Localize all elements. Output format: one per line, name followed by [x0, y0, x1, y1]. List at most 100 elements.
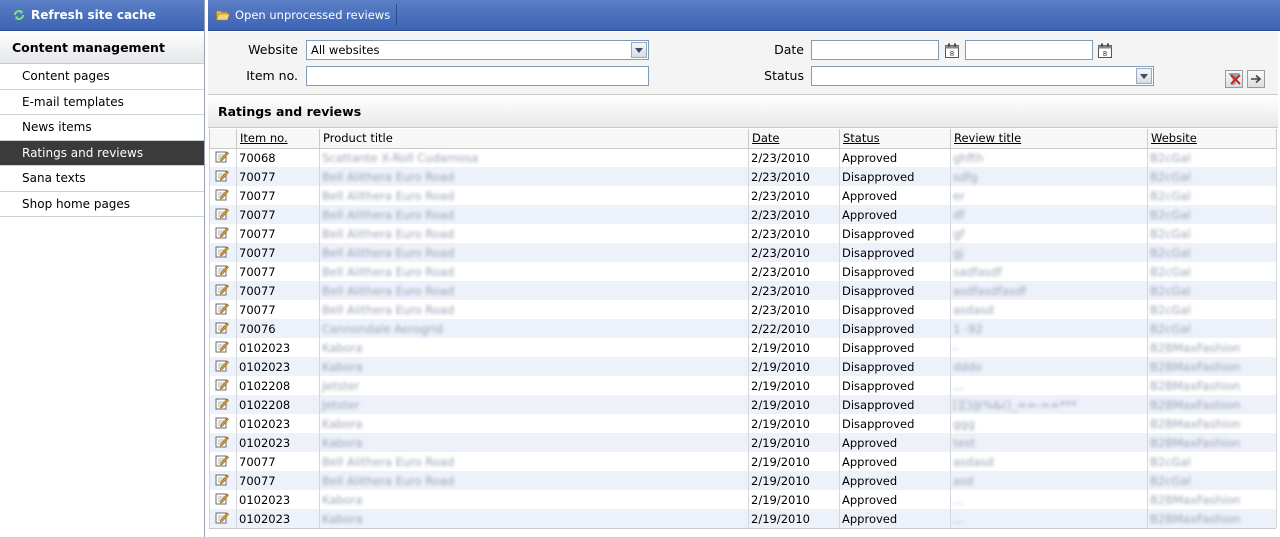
- table-row[interactable]: 70077 Bell Alithera Euro Road 2/23/2010 App…: [209, 205, 1277, 224]
- cell-review-title: -: [950, 338, 1148, 357]
- cell-review-title: 1 -92: [950, 319, 1148, 338]
- refresh-site-cache-button[interactable]: Refresh site cache: [0, 0, 204, 31]
- cell-status: Approved: [839, 471, 951, 490]
- table-row[interactable]: 70077 Bell Alithera Euro Road 2/19/2010 App…: [209, 471, 1277, 490]
- table-row[interactable]: 70068 Scattante X-Roll Cudamosa 2/23/2010 A…: [209, 148, 1277, 167]
- cell-review-title: df: [950, 205, 1148, 224]
- cell-review-title: gj: [950, 243, 1148, 262]
- edit-icon: [215, 398, 229, 413]
- date-to-input[interactable]: [965, 40, 1093, 60]
- table-row[interactable]: 0102023 Kabora 2/19/2010 Disapproved - B2BMax…: [209, 338, 1277, 357]
- cell-item-no: 70077: [236, 167, 320, 186]
- table-row[interactable]: 70077 Bell Alithera Euro Road 2/23/2010 Dis…: [209, 262, 1277, 281]
- edit-icon: [215, 170, 229, 185]
- column-header-website[interactable]: Website: [1147, 129, 1277, 149]
- table-row[interactable]: 70077 Bell Alithera Euro Road 2/23/2010 Dis…: [209, 243, 1277, 262]
- cell-date: 2/23/2010: [748, 167, 840, 186]
- cell-item-no: 70077: [236, 243, 320, 262]
- calendar-icon[interactable]: 8: [944, 43, 960, 59]
- chevron-down-icon[interactable]: [1136, 68, 1152, 84]
- main-panel: Open unprocessed reviews Website All web…: [208, 0, 1280, 537]
- table-row[interactable]: 70077 Bell Alithera Euro Road 2/23/2010 Dis…: [209, 224, 1277, 243]
- row-edit-button[interactable]: [209, 376, 237, 395]
- grid-bottom-border: [209, 528, 1276, 529]
- table-row[interactable]: 0102023 Kabora 2/19/2010 Approved test B2BMax…: [209, 433, 1277, 452]
- edit-icon: [215, 493, 229, 508]
- sidebar-item-sana-texts[interactable]: Sana texts: [0, 166, 204, 192]
- table-row[interactable]: 0102023 Kabora 2/19/2010 Disapproved ggg B2BM…: [209, 414, 1277, 433]
- row-edit-button[interactable]: [209, 490, 237, 509]
- row-edit-button[interactable]: [209, 148, 237, 167]
- website-select[interactable]: All websites: [306, 40, 649, 60]
- cell-item-no: 70077: [236, 224, 320, 243]
- apply-filter-button[interactable]: [1247, 70, 1265, 88]
- row-edit-button[interactable]: [209, 338, 237, 357]
- row-edit-button[interactable]: [209, 262, 237, 281]
- chevron-down-icon[interactable]: [631, 42, 647, 58]
- sidebar-item-content-pages[interactable]: Content pages: [0, 64, 204, 90]
- status-select[interactable]: [811, 66, 1154, 86]
- cell-date: 2/22/2010: [748, 319, 840, 338]
- cell-website: B2cGal: [1147, 224, 1277, 243]
- table-row[interactable]: 0102023 Kabora 2/19/2010 Disapproved dddo B2B…: [209, 357, 1277, 376]
- cell-website: B2cGal: [1147, 319, 1277, 338]
- sidebar-item-e-mail-templates[interactable]: E-mail templates: [0, 90, 204, 115]
- table-row[interactable]: 70077 Bell Alithera Euro Road 2/23/2010 Dis…: [209, 300, 1277, 319]
- edit-icon: [215, 379, 229, 394]
- cell-status: Approved: [839, 490, 951, 509]
- row-edit-button[interactable]: [209, 186, 237, 205]
- cell-review-title: asdfasdfasdf: [950, 281, 1148, 300]
- row-edit-button[interactable]: [209, 205, 237, 224]
- row-edit-button[interactable]: [209, 509, 237, 528]
- column-header-status[interactable]: Status: [839, 129, 951, 149]
- column-header-review-title[interactable]: Review title: [950, 129, 1148, 149]
- table-row[interactable]: 0102023 Kabora 2/19/2010 Approved... B2BMaxF…: [209, 509, 1277, 528]
- table-row[interactable]: 0102208 Jetster 2/19/2010 Disapproved [][]@%…: [209, 395, 1277, 414]
- table-row[interactable]: 0102208 Jetster 2/19/2010 Disapproved... B2B…: [209, 376, 1277, 395]
- table-row[interactable]: 70076 Cannondale Aerogrid 2/22/2010 Disappr…: [209, 319, 1277, 338]
- table-row[interactable]: 70077 Bell Alithera Euro Road 2/23/2010 App…: [209, 186, 1277, 205]
- date-from-input[interactable]: [811, 40, 939, 60]
- cell-website: B2BMaxFashion: [1147, 376, 1277, 395]
- cell-website: B2BMaxFashion: [1147, 509, 1277, 528]
- row-edit-button[interactable]: [209, 300, 237, 319]
- row-edit-button[interactable]: [209, 471, 237, 490]
- edit-icon: [215, 455, 229, 470]
- open-unprocessed-reviews-button[interactable]: Open unprocessed reviews: [216, 4, 398, 26]
- cell-website: B2BMaxFashion: [1147, 490, 1277, 509]
- cell-date: 2/23/2010: [748, 300, 840, 319]
- row-edit-button[interactable]: [209, 224, 237, 243]
- table-row[interactable]: 0102023 Kabora 2/19/2010 Approved... B2BMaxF…: [209, 490, 1277, 509]
- clear-filter-button[interactable]: [1225, 70, 1243, 88]
- sidebar-item-shop-home-pages[interactable]: Shop home pages: [0, 192, 204, 217]
- calendar-icon[interactable]: 8: [1097, 43, 1113, 59]
- row-edit-button[interactable]: [209, 433, 237, 452]
- cell-product-title: Cannondale Aerogrid: [319, 319, 749, 338]
- column-header-date[interactable]: Date: [748, 129, 840, 149]
- cell-website: B2cGal: [1147, 281, 1277, 300]
- row-edit-button[interactable]: [209, 395, 237, 414]
- row-edit-button[interactable]: [209, 281, 237, 300]
- row-edit-button[interactable]: [209, 319, 237, 338]
- table-row[interactable]: 70077 Bell Alithera Euro Road 2/23/2010 Dis…: [209, 281, 1277, 300]
- row-edit-button[interactable]: [209, 243, 237, 262]
- folder-open-icon: [216, 10, 230, 21]
- row-edit-button[interactable]: [209, 357, 237, 376]
- table-row[interactable]: 70077 Bell Alithera Euro Road 2/19/2010 App…: [209, 452, 1277, 471]
- item-no-input[interactable]: [306, 66, 649, 86]
- sidebar-item-news-items[interactable]: News items: [0, 115, 204, 141]
- cell-date: 2/19/2010: [748, 414, 840, 433]
- table-row[interactable]: 70077 Bell Alithera Euro Road 2/23/2010 Dis…: [209, 167, 1277, 186]
- row-edit-button[interactable]: [209, 167, 237, 186]
- cell-website: B2BMaxFashion: [1147, 395, 1277, 414]
- cell-status: Disapproved: [839, 319, 951, 338]
- cell-date: 2/19/2010: [748, 490, 840, 509]
- cell-status: Disapproved: [839, 338, 951, 357]
- sidebar-item-ratings-and-reviews[interactable]: Ratings and reviews: [0, 140, 204, 166]
- clear-filter-icon: [1228, 73, 1241, 86]
- column-header-item-no[interactable]: Item no.: [236, 129, 320, 149]
- cell-item-no: 0102023: [236, 357, 320, 376]
- row-edit-button[interactable]: [209, 452, 237, 471]
- row-edit-button[interactable]: [209, 414, 237, 433]
- cell-date: 2/19/2010: [748, 376, 840, 395]
